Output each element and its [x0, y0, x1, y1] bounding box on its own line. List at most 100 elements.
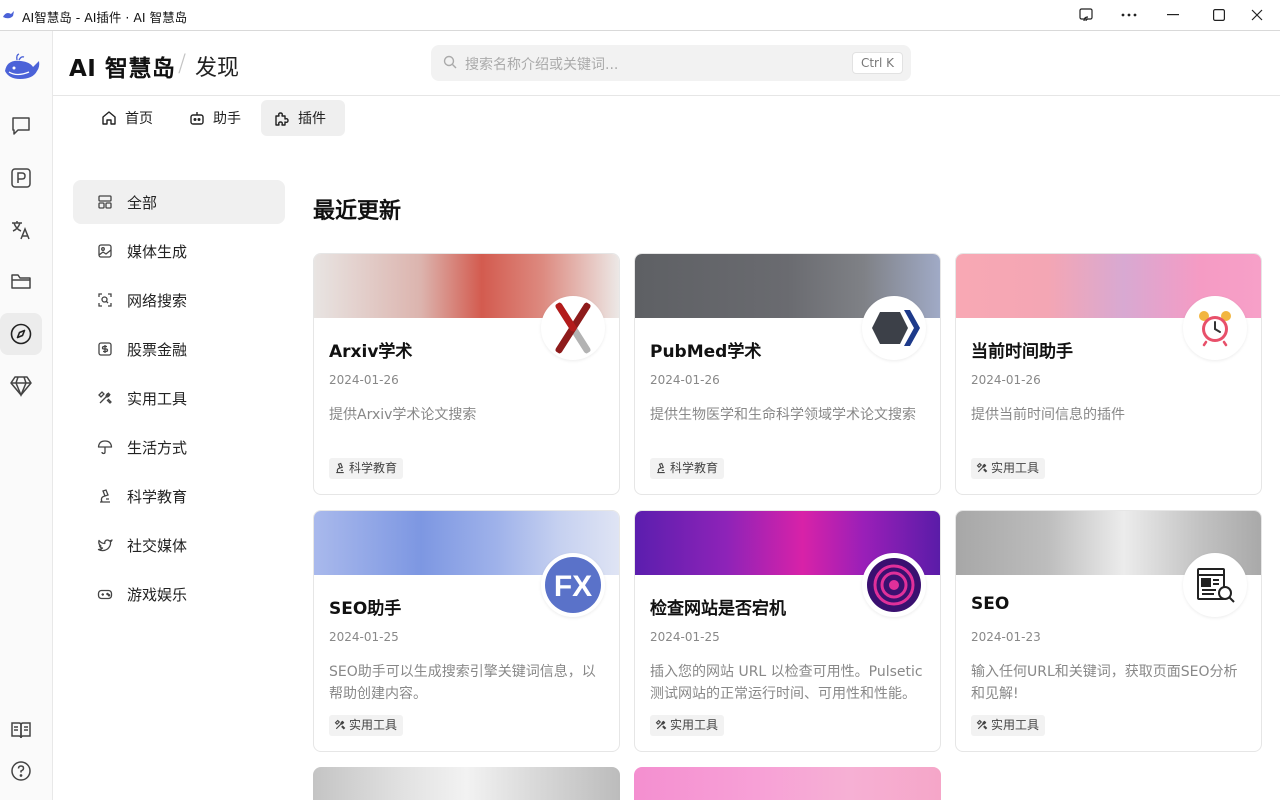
- plugin-card-seo-assistant[interactable]: FX SEO助手 2024-01-25 SEO助手可以生成搜索引擎关键词信息，以…: [313, 510, 620, 752]
- premium-nav-button[interactable]: [0, 365, 42, 407]
- title-bar: AI智慧岛 - AI插件 · AI 智慧岛: [0, 0, 1280, 31]
- card-description: 提供Arxiv学术论文搜索: [329, 407, 477, 423]
- docs-nav-button[interactable]: [0, 709, 42, 751]
- card-tag[interactable]: 实用工具: [329, 715, 404, 736]
- card-title: 检查网站是否宕机: [650, 599, 786, 619]
- card-date: 2024-01-25: [329, 630, 399, 644]
- category-label: 科学教育: [127, 488, 188, 506]
- pubmed-logo: [862, 296, 926, 360]
- breadcrumb-separator: /: [178, 49, 187, 77]
- card-date: 2024-01-26: [329, 373, 399, 387]
- plugin-card-time[interactable]: 当前时间助手 2024-01-26 提供当前时间信息的插件 实用工具: [955, 253, 1262, 495]
- card-title: SEO: [971, 594, 1010, 614]
- cast-button[interactable]: [1063, 0, 1109, 30]
- card-tag[interactable]: 实用工具: [971, 715, 1046, 736]
- microscope-icon: [100, 489, 110, 503]
- search-shortcut-badge: Ctrl K: [851, 52, 903, 74]
- close-icon: [1251, 9, 1263, 21]
- tab-assistant[interactable]: 助手: [177, 100, 253, 136]
- plugin-card-partial[interactable]: [313, 767, 620, 800]
- discover-nav-button[interactable]: [0, 313, 42, 355]
- category-lifestyle[interactable]: 生活方式: [73, 425, 285, 469]
- category-all[interactable]: 全部: [73, 180, 285, 224]
- category-finance[interactable]: 股票金融: [73, 327, 285, 371]
- help-nav-button[interactable]: [0, 750, 42, 792]
- card-date: 2024-01-25: [650, 630, 720, 644]
- tab-label: 助手: [213, 111, 241, 127]
- category-label: 网络搜索: [127, 292, 188, 310]
- search-input[interactable]: 搜索名称介绍或关键词... Ctrl K: [431, 45, 911, 81]
- category-tools[interactable]: 实用工具: [73, 376, 285, 420]
- image-icon: [98, 244, 112, 258]
- section-title: 最近更新: [313, 199, 402, 224]
- tab-label: 首页: [125, 111, 153, 127]
- window-title: AI智慧岛 - AI插件 · AI 智慧岛: [22, 10, 188, 25]
- card-tag[interactable]: 科学教育: [650, 458, 725, 479]
- files-nav-button[interactable]: [0, 261, 42, 303]
- card-title: 当前时间助手: [971, 342, 1073, 362]
- close-button[interactable]: [1234, 0, 1280, 30]
- svg-text:FX: FX: [554, 570, 592, 603]
- discover-icon: [10, 323, 32, 345]
- plugin-card-arxiv[interactable]: Arxiv学术 2024-01-26 提供Arxiv学术论文搜索 科学教育: [313, 253, 620, 495]
- chat-nav-button[interactable]: [0, 105, 42, 147]
- brand-title: AI 智慧岛: [69, 56, 176, 82]
- left-rail: [0, 31, 53, 800]
- prompt-icon: [11, 168, 31, 188]
- docs-icon: [11, 722, 31, 739]
- scan-search-icon: [98, 293, 112, 307]
- plugin-card-partial[interactable]: [634, 767, 941, 800]
- tag-label: 实用工具: [991, 461, 1040, 475]
- more-button[interactable]: [1106, 0, 1152, 30]
- category-science[interactable]: 科学教育: [73, 474, 285, 518]
- category-web-search[interactable]: 网络搜索: [73, 278, 285, 322]
- home-icon: [102, 111, 116, 125]
- grid-icon: [98, 195, 112, 209]
- tool-icon: [655, 719, 667, 730]
- plugin-card-uptime[interactable]: 检查网站是否宕机 2024-01-25 插入您的网站 URL 以检查可用性。Pu…: [634, 510, 941, 752]
- translate-nav-button[interactable]: [0, 209, 42, 251]
- tool-icon: [976, 719, 988, 730]
- plugin-card-seo[interactable]: SEO 2024-01-23 输入任何URL和关键词，获取页面SEO分析和见解!…: [955, 510, 1262, 752]
- minimize-button[interactable]: [1150, 0, 1196, 30]
- category-label: 游戏娱乐: [127, 586, 188, 604]
- prompt-nav-button[interactable]: [0, 157, 42, 199]
- top-tabs: 首页 助手 插件: [53, 96, 1280, 144]
- chat-icon: [12, 117, 30, 135]
- microscope-icon: [336, 462, 344, 474]
- search-placeholder: 搜索名称介绍或关键词...: [465, 57, 619, 73]
- maximize-icon: [1213, 9, 1225, 21]
- card-date: 2024-01-26: [650, 373, 720, 387]
- puzzle-icon: [275, 111, 289, 126]
- card-date: 2024-01-23: [971, 630, 1041, 644]
- category-label: 实用工具: [127, 390, 188, 408]
- card-description: 插入您的网站 URL 以检查可用性。Pulsetic 测试网站的正常运行时间、可…: [650, 664, 923, 702]
- card-tag[interactable]: 科学教育: [329, 458, 404, 479]
- app-logo-icon: [3, 11, 14, 19]
- tag-label: 科学教育: [670, 461, 719, 475]
- category-media[interactable]: 媒体生成: [73, 229, 285, 273]
- plugin-card-pubmed[interactable]: PubMed学术 2024-01-26 提供生物医学和生命科学领域学术论文搜索 …: [634, 253, 941, 495]
- card-description: 提供生物医学和生命科学领域学术论文搜索: [650, 407, 916, 423]
- tag-label: 科学教育: [349, 461, 398, 475]
- category-games[interactable]: 游戏娱乐: [73, 572, 285, 616]
- tab-home[interactable]: 首页: [89, 100, 165, 136]
- arxiv-logo: [541, 296, 605, 360]
- card-tag[interactable]: 实用工具: [650, 715, 725, 736]
- umbrella-icon: [97, 440, 113, 455]
- search-icon: [443, 55, 457, 69]
- seo-report-icon: [1183, 553, 1247, 617]
- header: AI 智慧岛 / 发现 搜索名称介绍或关键词... Ctrl K: [53, 31, 1280, 96]
- tab-plugins[interactable]: 插件: [261, 100, 345, 136]
- app-logo-icon: [5, 53, 40, 79]
- card-description: SEO助手可以生成搜索引擎关键词信息，以帮助创建内容。: [329, 664, 596, 702]
- category-label: 生活方式: [127, 439, 188, 457]
- category-label: 全部: [127, 194, 158, 212]
- card-tag[interactable]: 实用工具: [971, 458, 1046, 479]
- folder-icon: [11, 274, 31, 289]
- tool-icon: [976, 462, 988, 473]
- card-title: SEO助手: [329, 599, 402, 619]
- category-social[interactable]: 社交媒体: [73, 523, 285, 567]
- category-label: 股票金融: [127, 341, 188, 359]
- card-description: 输入任何URL和关键词，获取页面SEO分析和见解!: [971, 664, 1238, 702]
